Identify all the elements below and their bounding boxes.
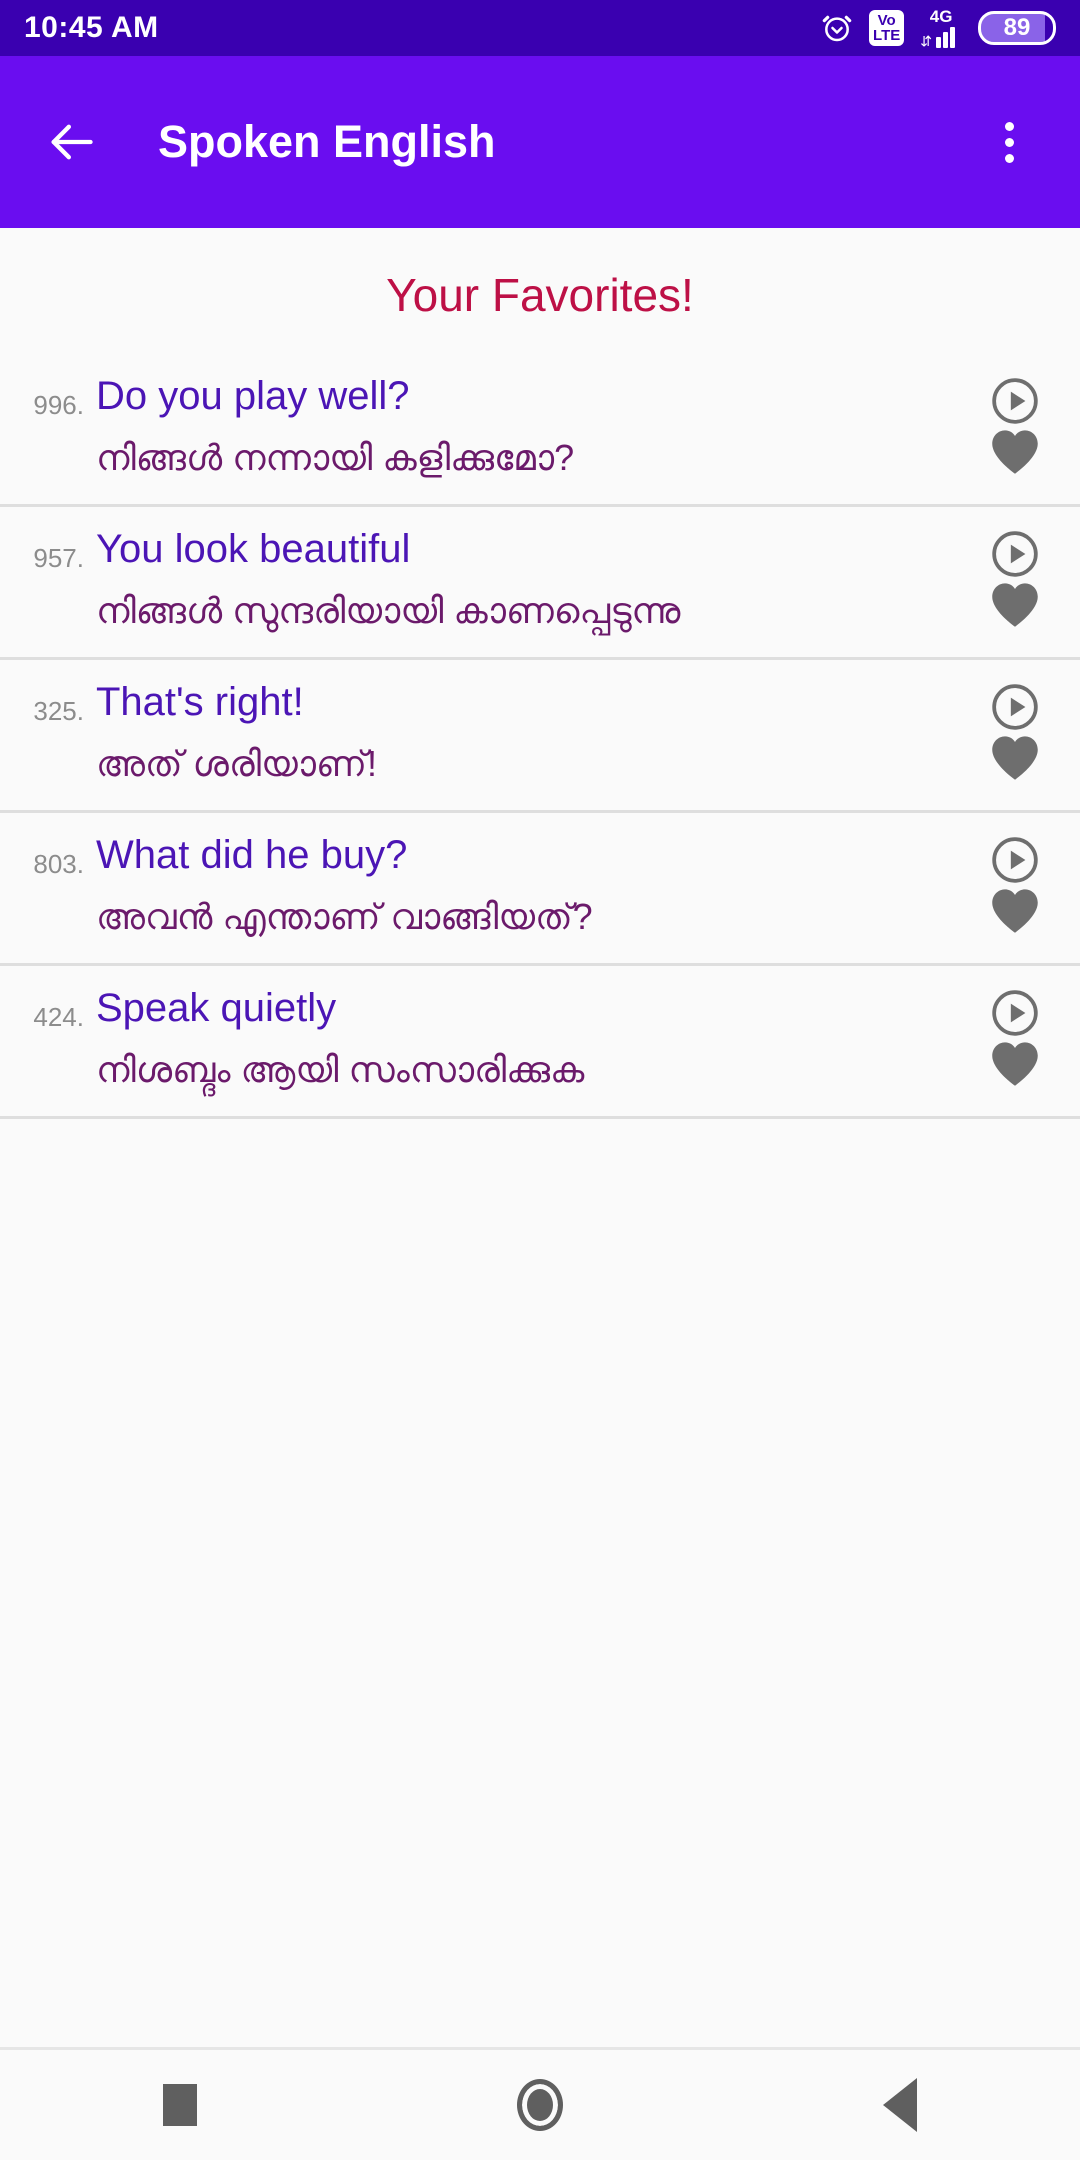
heart-filled-icon[interactable] (989, 581, 1041, 629)
battery-percent-label: 89 (1003, 14, 1031, 41)
item-number: 424. (33, 1002, 84, 1032)
recents-square-icon[interactable] (120, 2050, 240, 2160)
item-number: 803. (33, 849, 84, 879)
play-circle-icon[interactable] (990, 529, 1040, 579)
heart-filled-icon[interactable] (989, 887, 1041, 935)
item-actions (950, 674, 1080, 792)
heart-filled-icon[interactable] (989, 1040, 1041, 1088)
home-circle-icon[interactable] (480, 2050, 600, 2160)
heart-filled-icon[interactable] (989, 428, 1041, 476)
play-circle-icon[interactable] (990, 682, 1040, 732)
list-item[interactable]: 957. You look beautiful നിങ്ങൾ സുന്ദരിയാ… (0, 507, 1080, 660)
battery-icon: 89 (978, 11, 1056, 45)
volte-icon: Vo LTE (869, 10, 905, 46)
list-item[interactable]: 424. Speak quietly നിശബ്ദം ആയി സംസാരിക്ക… (0, 966, 1080, 1119)
status-time: 10:45 AM (24, 11, 159, 44)
signal-strength-icon: 4G ⇵ (920, 8, 962, 48)
back-triangle-icon[interactable] (840, 2050, 960, 2160)
favorites-list: 996. Do you play well? നിങ്ങൾ നന്നായി കള… (0, 354, 1080, 1119)
item-text-block: What did he buy? അവൻ എന്താണ് വാങ്ങിയത്? (96, 827, 950, 945)
overflow-menu-icon[interactable] (974, 107, 1044, 177)
list-item[interactable]: 996. Do you play well? നിങ്ങൾ നന്നായി കള… (0, 354, 1080, 507)
play-circle-icon[interactable] (990, 376, 1040, 426)
content-area: Your Favorites! 996. Do you play well? ന… (0, 228, 1080, 2050)
list-item[interactable]: 325. That's right! അത് ശരിയാണ്! (0, 660, 1080, 813)
app-bar: Spoken English (0, 56, 1080, 228)
volte-bottom-label: LTE (873, 27, 901, 44)
item-text-block: That's right! അത് ശരിയാണ്! (96, 674, 950, 792)
alarm-clock-icon (821, 12, 853, 44)
phone-screen: 10:45 AM Vo LTE 4G ⇵ 89 Spoken English Y… (0, 0, 1080, 2160)
play-circle-icon[interactable] (990, 988, 1040, 1038)
volte-top-label: Vo (877, 12, 896, 29)
page-title: Spoken English (158, 116, 496, 167)
system-navigation-bar (0, 2050, 1080, 2160)
item-english-text: What did he buy? (96, 833, 408, 877)
empty-list-space (0, 1119, 1080, 2050)
favorites-heading: Your Favorites! (386, 269, 694, 321)
item-number: 996. (33, 390, 84, 420)
item-english-text: Speak quietly (96, 986, 337, 1030)
item-number: 957. (33, 543, 84, 573)
item-english-text: Do you play well? (96, 374, 410, 418)
signal-bars-icon: ⇵ (920, 26, 962, 48)
back-arrow-icon[interactable] (36, 107, 106, 177)
play-circle-icon[interactable] (990, 835, 1040, 885)
item-text-block: You look beautiful നിങ്ങൾ സുന്ദരിയായി കാ… (96, 521, 950, 639)
status-bar: 10:45 AM Vo LTE 4G ⇵ 89 (0, 0, 1080, 56)
status-icon-tray: Vo LTE 4G ⇵ 89 (821, 8, 1056, 48)
heart-filled-icon[interactable] (989, 734, 1041, 782)
item-malayalam-text: നിങ്ങൾ നന്നായി കളിക്കുമോ? (96, 437, 575, 478)
item-malayalam-text: നിങ്ങൾ സുന്ദരിയായി കാണപ്പെടുന്നു (96, 590, 681, 631)
data-transfer-icon: ⇵ (920, 33, 932, 49)
item-text-block: Speak quietly നിശബ്ദം ആയി സംസാരിക്കുക (96, 980, 950, 1098)
list-item[interactable]: 803. What did he buy? അവൻ എന്താണ് വാങ്ങി… (0, 813, 1080, 966)
network-type-label: 4G (929, 7, 953, 26)
item-actions (950, 368, 1080, 486)
item-english-text: You look beautiful (96, 527, 411, 571)
item-actions (950, 521, 1080, 639)
item-actions (950, 827, 1080, 945)
item-malayalam-text: അത് ശരിയാണ്! (96, 743, 378, 784)
item-english-text: That's right! (96, 680, 304, 724)
item-malayalam-text: അവൻ എന്താണ് വാങ്ങിയത്? (96, 896, 593, 937)
item-malayalam-text: നിശബ്ദം ആയി സംസാരിക്കുക (96, 1049, 585, 1090)
item-number: 325. (33, 696, 84, 726)
item-actions (950, 980, 1080, 1098)
item-text-block: Do you play well? നിങ്ങൾ നന്നായി കളിക്കു… (96, 368, 950, 486)
